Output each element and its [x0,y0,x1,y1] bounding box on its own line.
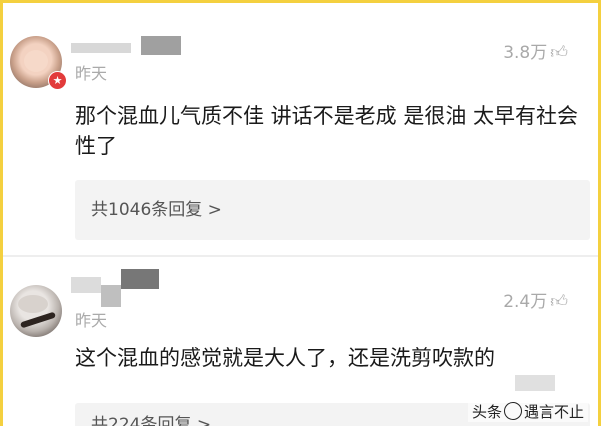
watermark-source: 头条 [471,403,502,421]
avatar-detail [19,311,57,329]
comment-text: 这个混血的感觉就是大人了，还是洗剪吹款的 [75,346,495,370]
like-count[interactable]: 2.4万 👍︎ [503,287,568,312]
avatar-face [24,50,48,72]
like-count-label: 3.8万 [503,43,548,63]
avatar[interactable] [10,285,62,337]
username-pixelated[interactable] [71,277,101,293]
avatar-face [18,295,48,313]
username-pixelated-block [141,36,181,55]
username-pixelated-block [101,285,121,307]
comment-item: ★ 昨天 3.8万 👍︎ 那个混血儿气质不佳 讲话不是老成 是很油 太早有社会性了… [3,3,598,255]
thumb-up-icon[interactable]: 👍︎ [550,292,568,312]
watermark-author: 遇言不止 [523,403,584,421]
comment-text: 那个混血儿气质不佳 讲话不是老成 是很油 太早有社会性了 [75,104,579,158]
view-replies-button[interactable]: 共1046条回复 > [75,180,590,240]
comment-time: 昨天 [75,64,108,83]
platform-logo-icon [503,402,522,420]
like-count-label: 2.4万 [503,292,548,312]
username-pixelated[interactable] [71,43,131,53]
source-watermark: 头条 遇言不止 [467,401,588,422]
like-count[interactable]: 3.8万 👍︎ [503,38,568,63]
comment-list: ★ 昨天 3.8万 👍︎ 那个混血儿气质不佳 讲话不是老成 是很油 太早有社会性了… [3,3,598,426]
thumb-up-icon[interactable]: 👍︎ [550,43,568,63]
comment-time: 昨天 [75,311,108,330]
username-pixelated-block [121,269,159,289]
pixelated-artifact [515,375,555,391]
star-badge-icon: ★ [48,71,67,90]
